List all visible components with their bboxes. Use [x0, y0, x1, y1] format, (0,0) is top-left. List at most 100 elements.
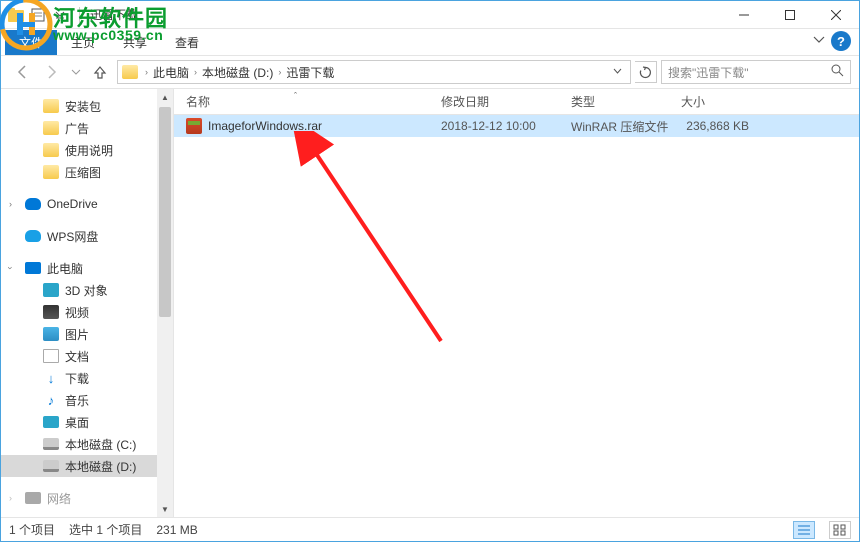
ribbon-tabs: 文件 主页 共享 查看 ? [1, 29, 859, 55]
nav-item[interactable]: 广告 [1, 117, 173, 139]
chevron-right-icon[interactable]: › [9, 493, 12, 503]
chevron-right-icon[interactable]: › [9, 199, 12, 209]
chevron-right-icon[interactable]: › [275, 67, 284, 77]
properties-icon[interactable] [29, 6, 47, 24]
address-dropdown-icon[interactable] [609, 67, 626, 78]
qat-chevron-icon[interactable] [51, 6, 69, 24]
nav-label: 图片 [65, 326, 89, 343]
help-button[interactable]: ? [831, 31, 851, 51]
music-icon: ♪ [43, 393, 59, 407]
drive-icon [43, 460, 59, 472]
tab-home[interactable]: 主页 [57, 30, 109, 55]
chevron-right-icon[interactable]: › [142, 67, 151, 77]
nav-label: 下载 [65, 370, 89, 387]
icons-view-button[interactable] [829, 521, 851, 539]
breadcrumb-segment[interactable]: 本地磁盘 (D:) [200, 64, 275, 81]
nav-label: 压缩图 [65, 164, 101, 181]
details-view-button[interactable] [793, 521, 815, 539]
nav-label: 广告 [65, 120, 89, 137]
scroll-up-icon[interactable]: ▲ [157, 89, 173, 105]
nav-label: 此电脑 [47, 260, 83, 277]
nav-label: 桌面 [65, 414, 89, 431]
sort-asc-icon: ˆ [294, 91, 297, 101]
titlebar-divider [79, 7, 80, 23]
nav-label: 视频 [65, 304, 89, 321]
nav-thispc[interactable]: › 此电脑 [1, 257, 173, 279]
chevron-down-icon[interactable]: › [6, 267, 16, 270]
back-button[interactable] [9, 59, 35, 85]
window-title: 迅雷下载 [84, 6, 138, 23]
nav-item[interactable]: 本地磁盘 (C:) [1, 433, 173, 455]
tab-view[interactable]: 查看 [161, 30, 213, 55]
drive-icon [43, 438, 59, 450]
nav-item[interactable]: 文档 [1, 345, 173, 367]
3dobjects-icon [43, 283, 59, 297]
nav-label: 本地磁盘 (D:) [65, 458, 136, 475]
pc-icon [25, 262, 41, 274]
nav-item[interactable]: 3D 对象 [1, 279, 173, 301]
nav-item[interactable]: 视频 [1, 301, 173, 323]
nav-label: WPS网盘 [47, 228, 98, 245]
search-placeholder: 搜索"迅雷下载" [668, 64, 749, 81]
minimize-button[interactable] [721, 1, 767, 29]
breadcrumb-segment[interactable]: 迅雷下载 [284, 64, 336, 81]
address-bar: › 此电脑 › 本地磁盘 (D:) › 迅雷下载 搜索"迅雷下载" [1, 55, 859, 89]
nav-item[interactable]: 桌面 [1, 411, 173, 433]
nav-onedrive[interactable]: ›OneDrive [1, 193, 173, 215]
documents-icon [43, 349, 59, 363]
nav-scrollbar[interactable]: ▲ ▼ [157, 89, 173, 517]
up-button[interactable] [87, 59, 113, 85]
nav-item-current[interactable]: 本地磁盘 (D:) [1, 455, 173, 477]
nav-item[interactable]: 压缩图 [1, 161, 173, 183]
network-icon [25, 492, 41, 504]
ribbon-expand-icon[interactable] [813, 36, 825, 49]
tab-share[interactable]: 共享 [109, 30, 161, 55]
nav-item[interactable]: ↓下载 [1, 367, 173, 389]
column-size[interactable]: 大小 [669, 93, 769, 110]
search-icon[interactable] [831, 64, 844, 80]
status-selection-size: 231 MB [156, 523, 197, 537]
column-headers: 名称ˆ 修改日期 类型 大小 [174, 89, 859, 115]
folder-icon [7, 6, 25, 24]
navigation-pane: 安装包 广告 使用说明 压缩图 ›OneDrive WPS网盘 › 此电脑 3D … [1, 89, 173, 517]
status-selected-count: 选中 1 个项目 [69, 521, 142, 538]
scroll-down-icon[interactable]: ▼ [157, 501, 173, 517]
forward-button[interactable] [39, 59, 65, 85]
nav-item[interactable]: ♪ 音乐 [1, 389, 173, 411]
file-row[interactable]: ImageforWindows.rar 2018-12-12 10:00 Win… [174, 115, 859, 137]
folder-icon [43, 121, 59, 135]
file-name-cell: ImageforWindows.rar [174, 118, 429, 134]
breadcrumb[interactable]: › 此电脑 › 本地磁盘 (D:) › 迅雷下载 [117, 60, 631, 84]
history-chevron-icon[interactable] [69, 59, 83, 85]
file-menu[interactable]: 文件 [5, 30, 57, 55]
folder-icon [43, 165, 59, 179]
folder-icon [43, 143, 59, 157]
chevron-right-icon[interactable]: › [191, 67, 200, 77]
file-list-pane: 名称ˆ 修改日期 类型 大小 ImageforWindows.rar 2018-… [173, 89, 859, 517]
file-name: ImageforWindows.rar [208, 119, 322, 133]
cloud-icon [25, 230, 41, 242]
nav-wps[interactable]: WPS网盘 [1, 225, 173, 247]
close-button[interactable] [813, 1, 859, 29]
column-date[interactable]: 修改日期 [429, 93, 559, 110]
search-input[interactable]: 搜索"迅雷下载" [661, 60, 851, 84]
nav-item[interactable]: 安装包 [1, 95, 173, 117]
nav-label: 音乐 [65, 392, 89, 409]
maximize-button[interactable] [767, 1, 813, 29]
cloud-icon [25, 198, 41, 210]
nav-network[interactable]: ›网络 [1, 487, 173, 509]
nav-label: 3D 对象 [65, 282, 108, 299]
file-date-cell: 2018-12-12 10:00 [429, 119, 559, 133]
nav-item[interactable]: 使用说明 [1, 139, 173, 161]
nav-label: 本地磁盘 (C:) [65, 436, 136, 453]
refresh-button[interactable] [635, 61, 657, 83]
folder-icon [43, 99, 59, 113]
nav-item[interactable]: 图片 [1, 323, 173, 345]
rar-archive-icon [186, 118, 202, 134]
status-item-count: 1 个项目 [9, 521, 55, 538]
nav-label: 安装包 [65, 98, 101, 115]
column-name[interactable]: 名称ˆ [174, 93, 429, 110]
breadcrumb-segment[interactable]: 此电脑 [151, 64, 191, 81]
column-type[interactable]: 类型 [559, 93, 669, 110]
scroll-thumb[interactable] [159, 107, 171, 317]
